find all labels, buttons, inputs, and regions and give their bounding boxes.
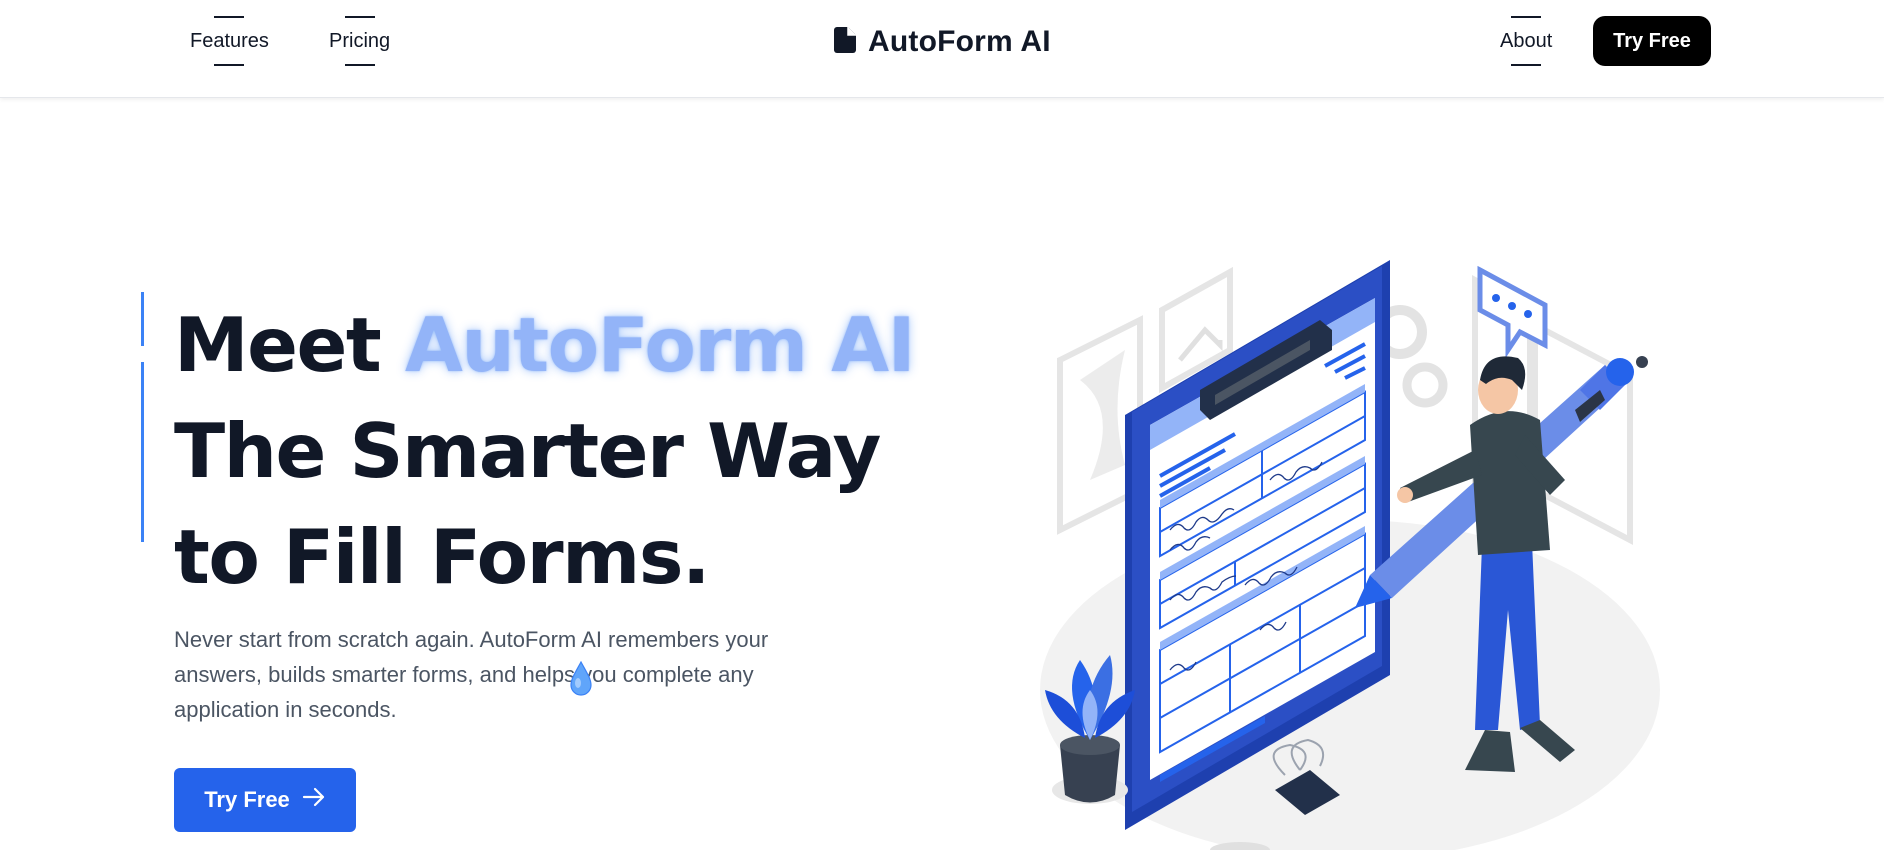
hero-try-free-label: Try Free: [204, 787, 290, 812]
nav-decor-bar: [214, 64, 245, 66]
nav-link-pricing-label: Pricing: [329, 30, 391, 52]
hero-illustration: [1020, 250, 1660, 855]
nav-link-about-label: About: [1500, 30, 1553, 52]
hero-title-prefix: Meet: [174, 301, 405, 389]
document-icon: [834, 26, 856, 58]
nav-link-pricing[interactable]: Pricing: [329, 16, 391, 66]
hero-title-line-3: to Fill Forms.: [174, 513, 710, 601]
nav-decor-bar: [344, 16, 375, 18]
brand-logo[interactable]: AutoForm AI: [834, 22, 1051, 62]
nav-link-features[interactable]: Features: [190, 16, 269, 66]
nav-decor-bar: [1511, 64, 1542, 66]
hero-accent-line: [141, 292, 144, 346]
arrow-right-icon: [302, 787, 326, 813]
nav-decor-bar: [214, 16, 245, 18]
hero-description: Never start from scratch again. AutoForm…: [174, 627, 769, 722]
nav-decor-bar: [344, 64, 375, 66]
top-navbar: Features Pricing AutoForm AI About Try F…: [0, 0, 1884, 98]
hero-title: Meet AutoForm AI The Smarter Way to Fill…: [174, 292, 916, 610]
hero-try-free-button[interactable]: Try Free: [174, 768, 356, 832]
hero-accent-line: [141, 362, 144, 542]
hero-title-line-1: Meet AutoForm AI: [174, 292, 916, 398]
nav-link-features-label: Features: [190, 30, 269, 52]
nav-link-about[interactable]: About: [1500, 16, 1553, 66]
nav-try-free-button[interactable]: Try Free: [1593, 16, 1711, 66]
mouse-cursor-icon: [568, 660, 594, 702]
hero-title-line-2: The Smarter Way: [174, 407, 881, 495]
brand-name: AutoForm AI: [868, 25, 1051, 58]
hero-title-highlight: AutoForm AI: [404, 301, 916, 389]
nav-decor-bar: [1511, 16, 1542, 18]
